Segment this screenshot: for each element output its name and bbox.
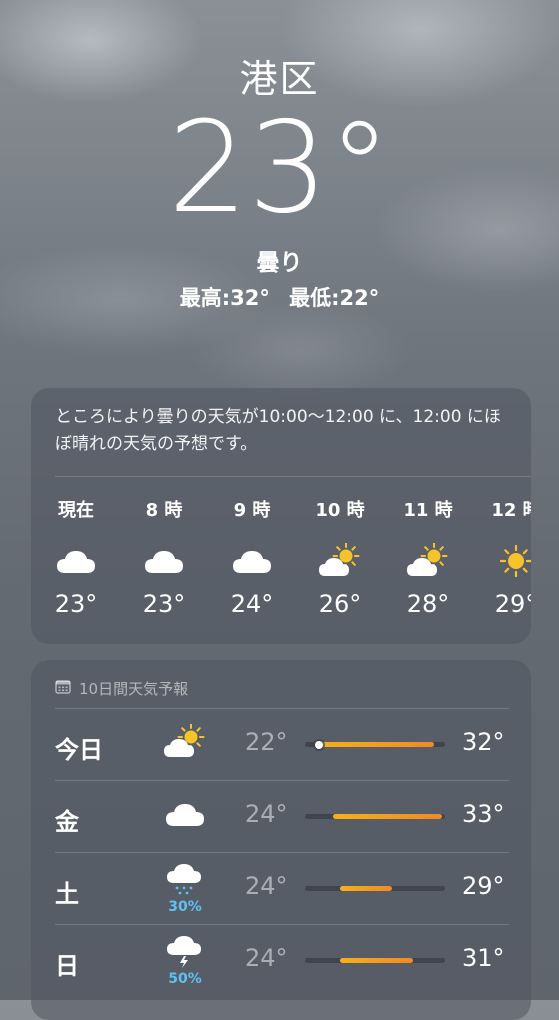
- low-temperature: 24°: [245, 800, 288, 828]
- high-temperature: 29°: [462, 872, 505, 900]
- day-label: 日: [55, 952, 79, 980]
- temperature-range-fill: [340, 886, 392, 891]
- low-temperature: 24°: [245, 872, 288, 900]
- ten-day-forecast-card[interactable]: 10日間天気予報 今日 22° 32° 金 24° 33° 土 30% 24° 29° 日 50% 24…: [31, 660, 531, 1020]
- divider: [55, 852, 509, 853]
- partly-sunny-icon: [295, 538, 385, 584]
- hourly-item: 12 時 29°: [471, 496, 531, 618]
- cloud-icon: [164, 796, 206, 836]
- hour-temperature: 23°: [142, 590, 186, 618]
- cloud-icon: [31, 538, 121, 584]
- high-temperature: 最高:32°: [179, 286, 270, 310]
- temperature-range-bar: [305, 740, 445, 749]
- rain-cloud-icon: [164, 861, 206, 901]
- hour-label: 現在: [58, 500, 94, 521]
- hour-temperature: 24°: [230, 590, 274, 618]
- current-temperature: 23°: [167, 94, 392, 241]
- day-icon-group: 50%: [155, 932, 215, 988]
- hour-label: 11 時: [403, 500, 453, 521]
- thunder-cloud-icon: [164, 933, 206, 973]
- high-temperature: 32°: [462, 728, 505, 756]
- daily-row[interactable]: 金 24° 33°: [55, 780, 509, 852]
- temperature-range-bar: [305, 958, 445, 963]
- hour-label: 12 時: [491, 500, 531, 521]
- hour-label: 8 時: [145, 500, 183, 521]
- ten-day-title-label: 10日間天気予報: [79, 680, 189, 698]
- hourly-forecast-card[interactable]: ところにより曇りの天気が10:00～12:00 に、12:00 にほぼ晴れの天気…: [31, 388, 531, 644]
- day-label: 金: [55, 808, 79, 836]
- high-temperature: 31°: [462, 944, 505, 972]
- low-temperature: 22°: [245, 728, 288, 756]
- day-icon-group: 30%: [155, 860, 215, 916]
- temperature-range-fill: [319, 742, 434, 747]
- temperature-range-fill: [333, 814, 443, 819]
- hour-temperature: 23°: [54, 590, 98, 618]
- precipitation-chance: 50%: [168, 971, 202, 987]
- daily-row[interactable]: 今日 22° 32°: [55, 708, 509, 780]
- temperature-range-bar: [305, 886, 445, 891]
- low-temperature: 24°: [245, 944, 288, 972]
- divider: [55, 708, 509, 709]
- day-label: 土: [55, 880, 79, 908]
- hourly-item: 現在 23°: [31, 496, 121, 618]
- forecast-summary: ところにより曇りの天気が10:00～12:00 に、12:00 にほぼ晴れの天気…: [55, 407, 501, 454]
- daily-row[interactable]: 日 50% 24° 31°: [55, 924, 509, 996]
- hour-temperature: 29°: [494, 590, 531, 618]
- temperature-range-fill: [340, 958, 413, 963]
- cloud-icon: [119, 538, 209, 584]
- low-temperature: 最低:22°: [289, 286, 380, 310]
- ten-day-title: 10日間天気予報: [55, 678, 188, 699]
- precipitation-chance: 30%: [168, 899, 202, 915]
- temperature-range-bar: [305, 814, 445, 819]
- cloud-icon: [207, 538, 297, 584]
- hour-temperature: 26°: [318, 590, 362, 618]
- high-low: 最高:32° 最低:22°: [0, 282, 559, 312]
- sun-icon: [471, 538, 531, 584]
- hourly-item: 10 時 26°: [295, 496, 385, 618]
- day-icon-group: [155, 716, 215, 772]
- divider: [55, 476, 531, 477]
- high-temperature: 33°: [462, 800, 505, 828]
- hour-temperature: 28°: [406, 590, 450, 618]
- calendar-icon: [55, 679, 71, 698]
- day-label: 今日: [55, 736, 103, 764]
- day-icon-group: [155, 788, 215, 844]
- hour-label: 10 時: [315, 500, 365, 521]
- daily-row[interactable]: 土 30% 24° 29°: [55, 852, 509, 924]
- current-condition: 曇り: [256, 250, 303, 276]
- hourly-item: 8 時 23°: [119, 496, 209, 618]
- current-temperature-marker: [315, 740, 323, 749]
- hourly-item: 11 時 28°: [383, 496, 473, 618]
- partly-sunny-icon: [164, 723, 206, 764]
- divider: [55, 780, 509, 781]
- divider: [55, 924, 509, 925]
- partly-sunny-icon: [383, 538, 473, 584]
- hour-label: 9 時: [233, 500, 271, 521]
- hourly-item: 9 時 24°: [207, 496, 297, 618]
